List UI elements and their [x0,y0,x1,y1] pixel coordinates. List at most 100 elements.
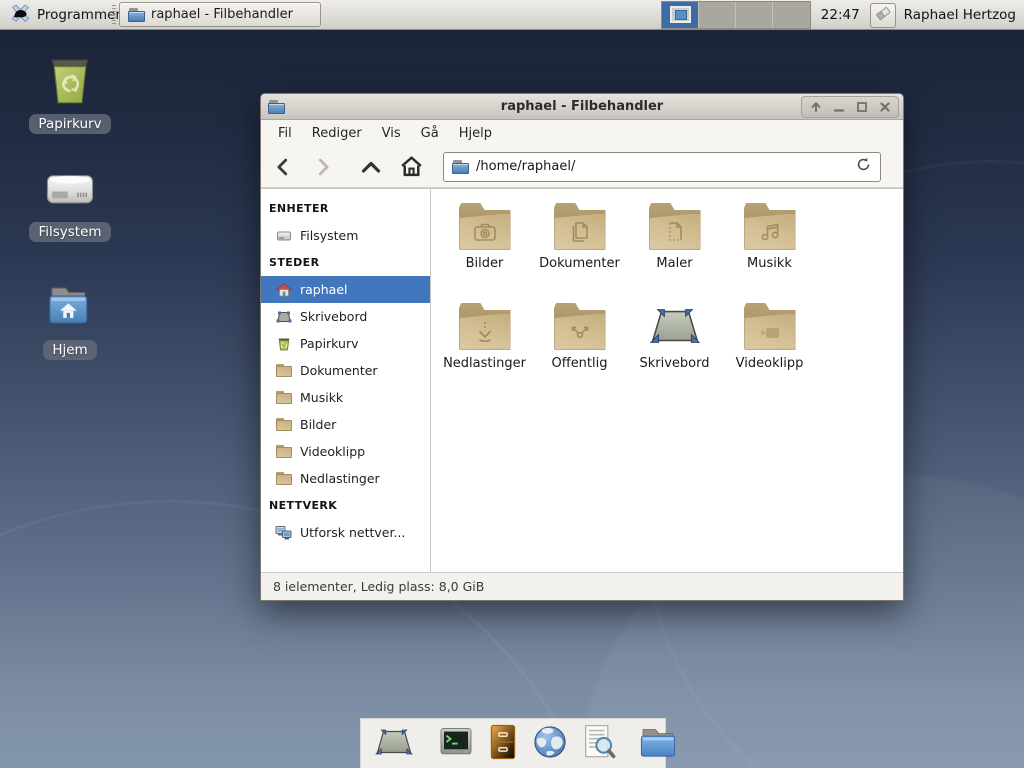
applications-menu-label: Programmer [37,7,121,23]
sidebar: ENHETER Filsystem STEDER [261,189,431,572]
show-desktop-icon [373,725,415,763]
network-icon [275,524,292,541]
window-content: ENHETER Filsystem STEDER [261,188,903,572]
menu-rediger[interactable]: Rediger [303,123,371,144]
path-text[interactable]: /home/raphael/ [476,159,848,174]
user-actions-button[interactable] [870,3,896,28]
task-button-label: raphael - Filbehandler [151,7,293,22]
desktop-icon-papirkurv[interactable]: Papirkurv [24,52,116,134]
folder-icon [275,416,292,433]
drive-icon [43,160,97,218]
sidebar-header-nettverk: NETTVERK [261,492,430,519]
folder-videos-icon [743,303,797,350]
sidebar-item-bilder[interactable]: Bilder [261,411,430,438]
app-finder-button[interactable] [580,723,616,765]
globe-icon [531,723,569,765]
sidebar-item-skrivebord[interactable]: Skrivebord [261,303,430,330]
back-button[interactable] [265,151,301,183]
path-entry[interactable]: /home/raphael/ [443,152,881,182]
menu-fil[interactable]: Fil [269,123,301,144]
sidebar-item-papirkurv[interactable]: Papirkurv [261,330,430,357]
file-item-skrivebord[interactable]: Skrivebord [627,303,722,403]
folder-icon [275,470,292,487]
sidebar-item-utforsk-nettverk[interactable]: Utforsk nettver... [261,519,430,546]
username-label[interactable]: Raphael Hertzog [904,7,1016,23]
home-button[interactable] [393,151,429,183]
workspace-window-preview [670,6,691,23]
menu-ga[interactable]: Gå [412,123,448,144]
forward-button[interactable] [305,151,341,183]
shade-button[interactable] [805,98,826,116]
toolbar: /home/raphael/ [261,146,903,188]
file-cabinet-icon [486,723,520,765]
statusbar-text: 8 ielementer, Ledig plass: 8,0 GiB [273,579,484,594]
terminal-button[interactable] [437,723,475,765]
trash-icon [43,52,97,110]
workspace-1[interactable] [662,2,699,28]
sidebar-item-label: Bilder [300,417,336,432]
file-item-bilder[interactable]: Bilder [437,203,532,303]
eraser-icon [873,3,893,27]
sidebar-item-musikk[interactable]: Musikk [261,384,430,411]
file-item-offentlig[interactable]: Offentlig [532,303,627,403]
folder-music-icon [743,203,797,250]
sidebar-item-label: Nedlastinger [300,471,380,486]
folder-public-icon [553,303,607,350]
minimize-button[interactable] [828,98,849,116]
file-item-nedlastinger[interactable]: Nedlastinger [437,303,532,403]
xfce-logo-icon [10,3,31,28]
menu-hjelp[interactable]: Hjelp [450,123,501,144]
sidebar-item-label: raphael [300,282,347,297]
menu-vis[interactable]: Vis [373,123,410,144]
sidebar-item-raphael[interactable]: raphael [261,276,430,303]
file-label: Skrivebord [639,356,709,371]
folder-downloads-icon [458,303,512,350]
up-button[interactable] [353,151,389,183]
web-browser-button[interactable] [531,723,569,765]
reload-icon[interactable] [855,156,872,177]
close-button[interactable] [874,98,895,116]
menubar: Fil Rediger Vis Gå Hjelp [261,120,903,146]
folder-templates-icon [648,203,702,250]
tasklist-grip[interactable] [112,5,116,25]
file-item-videoklipp[interactable]: Videoklipp [722,303,817,403]
home-icon [275,281,292,298]
sidebar-item-filsystem[interactable]: Filsystem [261,222,430,249]
file-manager-window: raphael - Filbehandler Fil Rediger Vis [260,93,904,601]
folder-images-icon [458,203,512,250]
sidebar-item-videoklipp[interactable]: Videoklipp [261,438,430,465]
file-cabinet-button[interactable] [486,723,520,765]
workspace-switcher [661,1,811,29]
workspace-4[interactable] [773,2,810,28]
task-button-filbehandler[interactable]: raphael - Filbehandler [119,2,321,27]
app-finder-icon [580,723,616,765]
applications-menu-button[interactable]: Programmer [4,0,127,30]
desktop-icon-hjem[interactable]: Hjem [24,278,116,360]
desktop-icon-label: Hjem [43,340,96,360]
workspace-2[interactable] [699,2,736,28]
window-controls [801,96,899,118]
file-item-dokumenter[interactable]: Dokumenter [532,203,627,303]
file-label: Musikk [747,256,792,271]
workspace-3[interactable] [736,2,773,28]
file-label: Videoklipp [736,356,804,371]
desktop-icon-filsystem[interactable]: Filsystem [24,160,116,242]
file-label: Offentlig [552,356,608,371]
maximize-button[interactable] [851,98,872,116]
file-view[interactable]: Bilder Dokumenter [431,189,903,572]
desktop-icon [648,303,702,350]
desktop-icon-label: Papirkurv [29,114,110,134]
show-desktop-button[interactable] [373,725,415,763]
sidebar-item-dokumenter[interactable]: Dokumenter [261,357,430,384]
terminal-icon [437,723,475,765]
home-folder-icon [43,278,97,336]
file-item-musikk[interactable]: Musikk [722,203,817,303]
window-titlebar[interactable]: raphael - Filbehandler [261,94,903,120]
path-folder-icon [452,160,469,174]
file-label: Nedlastinger [443,356,526,371]
file-manager-button[interactable] [638,724,678,764]
folder-icon [638,724,678,764]
statusbar: 8 ielementer, Ledig plass: 8,0 GiB [261,572,903,600]
sidebar-item-nedlastinger[interactable]: Nedlastinger [261,465,430,492]
file-item-maler[interactable]: Maler [627,203,722,303]
